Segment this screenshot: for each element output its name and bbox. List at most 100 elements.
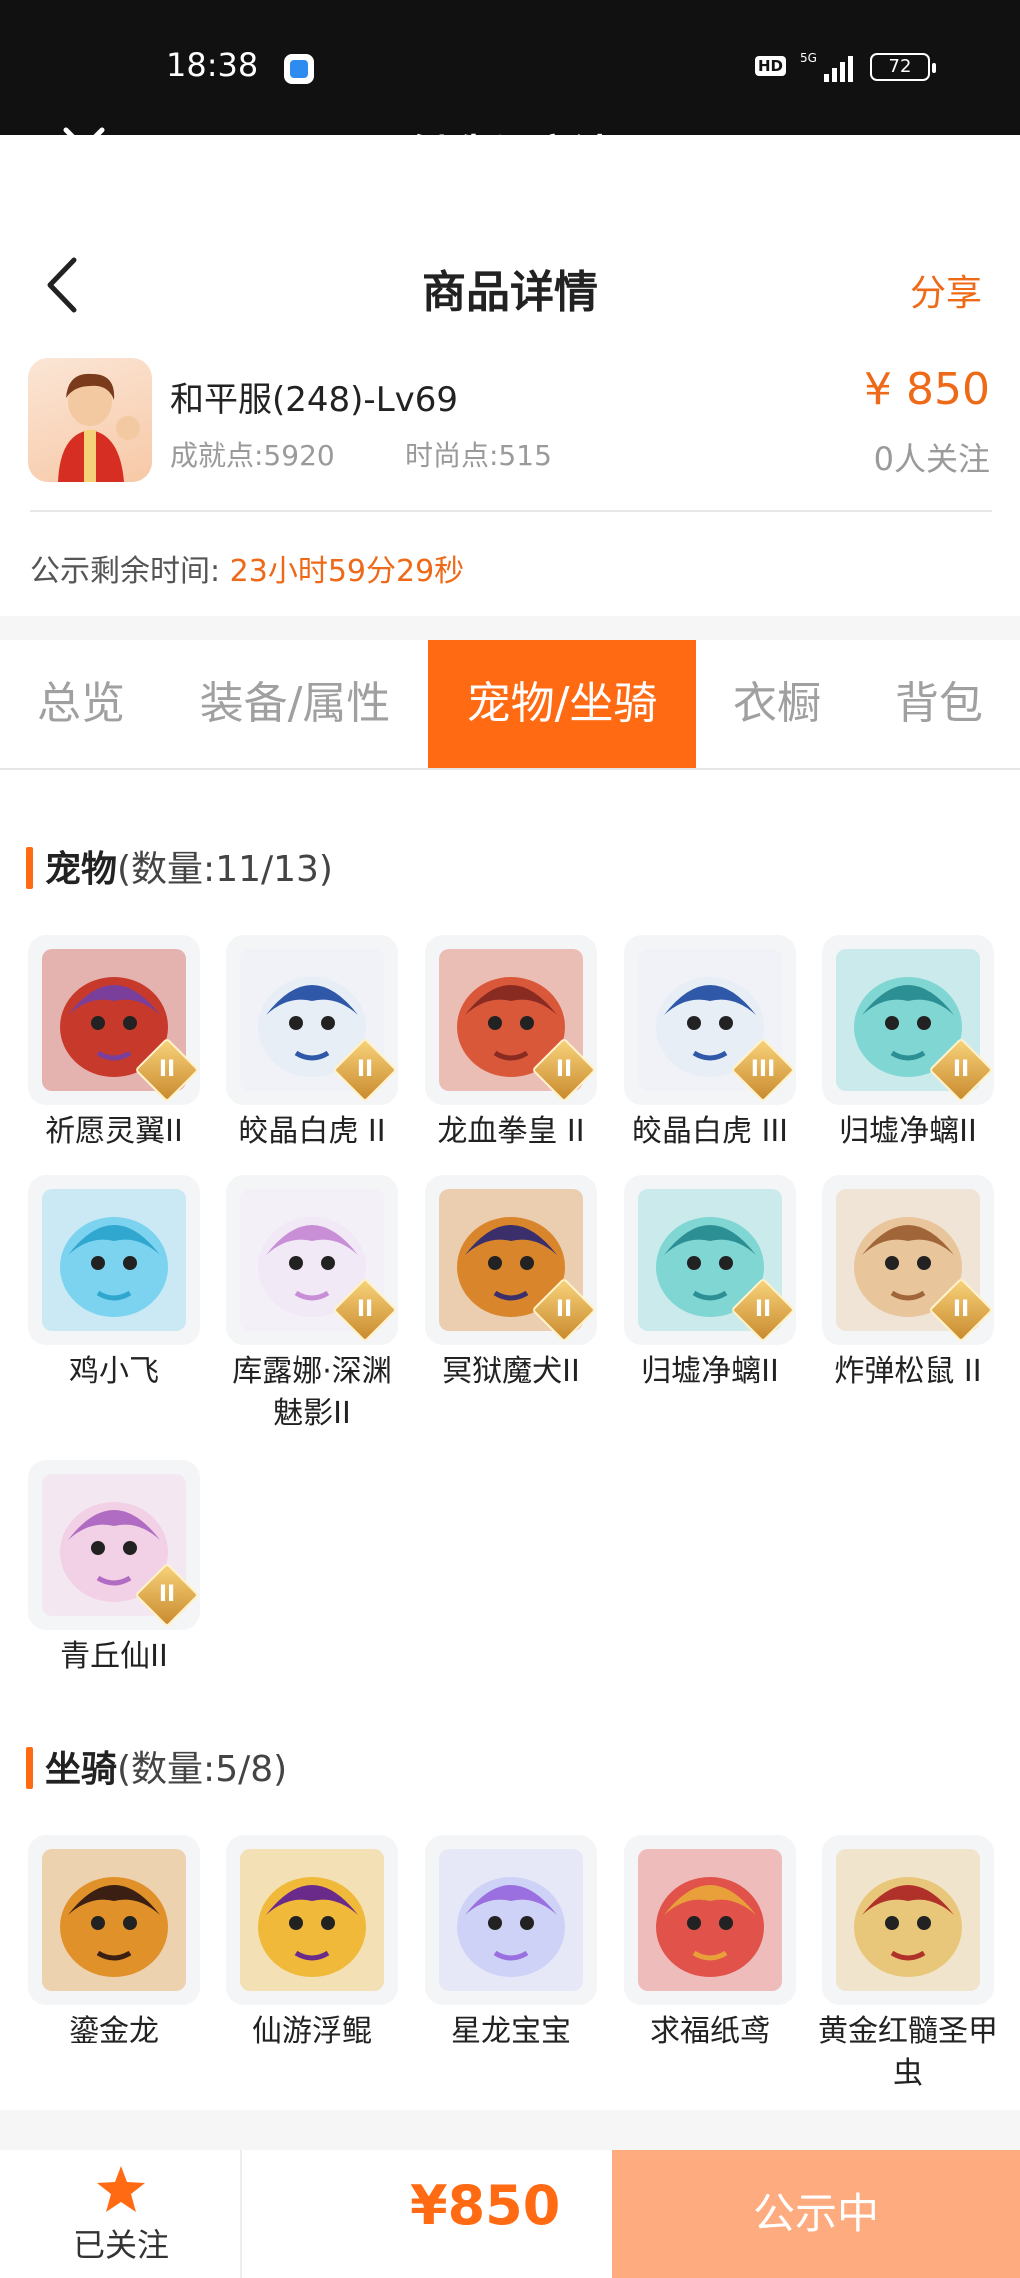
tab-backpack[interactable]: 背包	[858, 640, 1020, 768]
pet-item[interactable]: 鸡小飞	[28, 1175, 200, 1393]
grade-badge-label: II	[555, 1057, 573, 1082]
pet-item[interactable]: II 青丘仙II	[28, 1460, 200, 1678]
character-avatar	[28, 358, 152, 482]
item-name: 归墟净螭II	[641, 1354, 779, 1389]
item-thumbnail: II	[425, 1175, 597, 1345]
separator-band	[0, 2110, 1020, 2150]
item-name: 皎晶白虎 II	[238, 1114, 386, 1149]
separator-band	[0, 616, 1020, 640]
item-name: 归墟净螭II	[839, 1114, 977, 1149]
item-thumbnail: II	[28, 1460, 200, 1630]
pet-item[interactable]: II 炸弹松鼠 II	[822, 1175, 994, 1393]
pet-item[interactable]: II 祈愿灵翼II	[28, 935, 200, 1153]
item-thumbnail	[624, 1835, 796, 2005]
section-marker	[26, 1747, 33, 1789]
item-thumbnail: II	[226, 1175, 398, 1345]
item-thumbnail: II	[28, 935, 200, 1105]
item-name: 龙血拳皇 II	[437, 1114, 585, 1149]
item-thumbnail: II	[425, 935, 597, 1105]
pet-item[interactable]: II 库露娜·深渊魅影II	[226, 1175, 398, 1435]
grade-badge-label: II	[356, 1297, 374, 1322]
mounts-title: 坐骑	[45, 1749, 118, 1790]
divider	[30, 510, 992, 512]
app-notification-icon	[284, 54, 314, 84]
grade-badge-label: II	[158, 1057, 176, 1082]
item-thumbnail	[425, 1835, 597, 2005]
signal-icon: 5G	[800, 51, 853, 82]
item-thumbnail: II	[822, 1175, 994, 1345]
item-name: 祈愿灵翼II	[45, 1114, 183, 1149]
pet-item[interactable]: III 皎晶白虎 III	[624, 935, 796, 1153]
mount-item[interactable]: 星龙宝宝	[425, 1835, 597, 2053]
pets-section-title: 宠物(数量:11/13)	[26, 840, 333, 892]
item-name: 鎏金龙	[69, 2014, 159, 2049]
follow-button[interactable]: 已关注	[0, 2150, 242, 2278]
status-bar: 18:38 HD 5G 72 创造与魔法	[0, 0, 1020, 180]
item-name: 鸡小飞	[69, 1354, 159, 1389]
achievement-points: 成就点:5920	[170, 439, 335, 472]
countdown-value: 23小时59分29秒	[229, 554, 465, 589]
mount-item[interactable]: 鎏金龙	[28, 1835, 200, 2053]
item-name: 黄金红髓圣甲虫	[818, 2014, 998, 2091]
mount-item[interactable]: 黄金红髓圣甲虫	[818, 1835, 998, 2095]
item-thumbnail	[822, 1835, 994, 2005]
item-name: 库露娜·深渊魅影II	[232, 1354, 392, 1431]
pet-item[interactable]: II 归墟净螭II	[624, 1175, 796, 1393]
grade-badge-label: II	[754, 1297, 772, 1322]
tab-bar: 总览 装备/属性 宠物/坐骑 衣橱 背包	[0, 640, 1020, 770]
item-thumbnail: III	[624, 935, 796, 1105]
publicity-status-button[interactable]: 公示中	[612, 2150, 1020, 2278]
item-thumbnail	[28, 1835, 200, 2005]
mounts-section-title: 坐骑(数量:5/8)	[26, 1740, 287, 1792]
follow-label: 已关注	[72, 2226, 169, 2264]
star-icon	[97, 2166, 145, 2212]
countdown-label: 公示剩余时间:	[30, 554, 221, 589]
item-name: 冥狱魔犬II	[442, 1354, 580, 1389]
pet-item[interactable]: II 归墟净螭II	[822, 935, 994, 1153]
countdown: 公示剩余时间: 23小时59分29秒	[30, 546, 464, 590]
bottom-action-bar: 已关注 ¥850 公示中	[0, 2150, 1020, 2278]
pet-item[interactable]: II 冥狱魔犬II	[425, 1175, 597, 1393]
item-thumbnail	[226, 1835, 398, 2005]
product-summary: 和平服(248)-Lv69 成就点:5920 时尚点:515 ¥ 850 0人关…	[0, 348, 1020, 513]
tab-overview[interactable]: 总览	[0, 640, 162, 768]
grade-badge-label: II	[952, 1297, 970, 1322]
pets-title: 宠物	[45, 849, 118, 890]
item-name: 星龙宝宝	[451, 2014, 571, 2049]
tab-wardrobe[interactable]: 衣橱	[696, 640, 858, 768]
fashion-points: 时尚点:515	[405, 439, 552, 472]
item-name: 仙游浮鲲	[252, 2014, 372, 2049]
status-time: 18:38	[166, 46, 259, 84]
item-name: 皎晶白虎 III	[631, 1114, 789, 1149]
grade-badge-label: II	[356, 1057, 374, 1082]
bottom-price: ¥850	[410, 2174, 561, 2237]
mount-item[interactable]: 仙游浮鲲	[226, 1835, 398, 2053]
share-button[interactable]: 分享	[910, 264, 982, 316]
section-marker	[26, 847, 33, 889]
app-title: 创造与魔法	[404, 131, 615, 180]
product-price: ¥ 850	[864, 364, 990, 415]
grade-badge-label: II	[952, 1057, 970, 1082]
product-name: 和平服(248)-Lv69	[170, 380, 459, 420]
tab-pets-mounts[interactable]: 宠物/坐骑	[428, 640, 696, 768]
page-title: 商品详情	[422, 267, 598, 318]
page-header: 商品详情 分享	[0, 220, 1020, 348]
item-name: 青丘仙II	[60, 1639, 168, 1674]
item-thumbnail	[28, 1175, 200, 1345]
item-thumbnail: II	[624, 1175, 796, 1345]
mount-item[interactable]: 求福纸鸢	[624, 1835, 796, 2053]
item-thumbnail: II	[226, 935, 398, 1105]
item-thumbnail: II	[822, 935, 994, 1105]
hd-icon: HD	[755, 56, 787, 76]
grade-badge-label: II	[555, 1297, 573, 1322]
pets-count: (数量:11/13)	[117, 849, 333, 890]
pet-item[interactable]: II 龙血拳皇 II	[425, 935, 597, 1153]
mounts-count: (数量:5/8)	[117, 1749, 288, 1790]
tab-equipment[interactable]: 装备/属性	[175, 640, 415, 768]
item-name: 炸弹松鼠 II	[834, 1354, 982, 1389]
pet-item[interactable]: II 皎晶白虎 II	[226, 935, 398, 1153]
network-label: 5G	[800, 51, 817, 65]
battery-icon: 72	[870, 53, 936, 81]
follower-count: 0人关注	[873, 440, 990, 478]
grade-badge-label: II	[158, 1582, 176, 1607]
